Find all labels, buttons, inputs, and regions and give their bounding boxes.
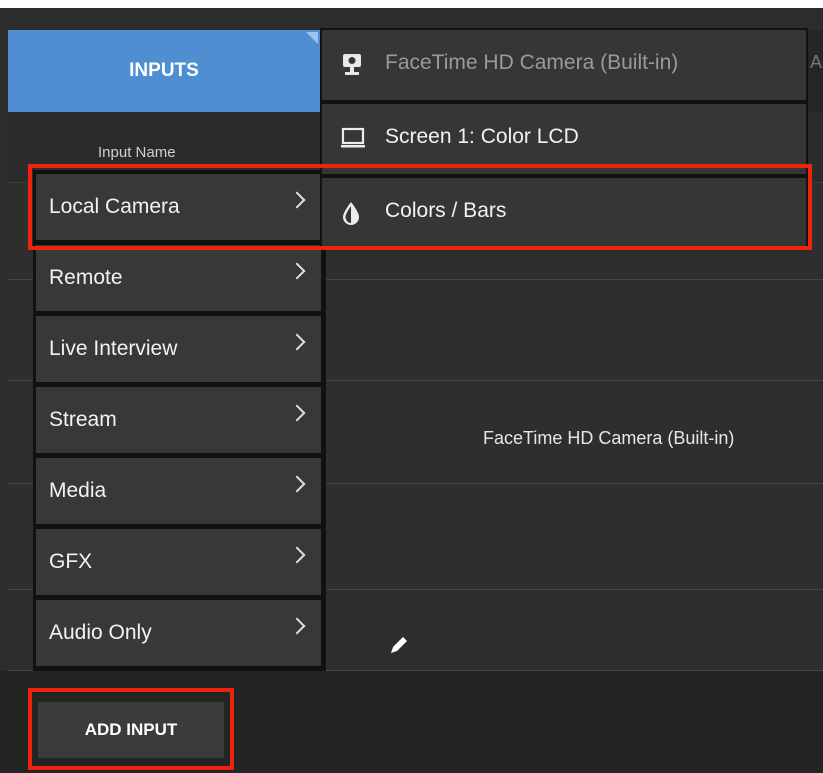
monitor-icon [340,126,366,156]
submenu-item-label: FaceTime HD Camera (Built-in) [385,51,679,74]
row-source-text: FaceTime HD Camera (Built-in) [483,428,735,448]
menu-item-gfx[interactable]: GFX [36,529,321,595]
highlight-box-local-camera [28,164,812,250]
menu-item-label: Audio Only [49,621,152,644]
chevron-right-icon [288,475,306,493]
chevron-right-icon [288,617,306,635]
menu-item-audio-only[interactable]: Audio Only [36,600,321,666]
chevron-right-icon [288,404,306,422]
menu-item-label: GFX [49,550,93,573]
column-header-input-name: Input Name [98,144,176,161]
tab-corner-fold [306,32,318,44]
pencil-edit-icon[interactable] [388,634,410,661]
chevron-right-icon [288,546,306,564]
chevron-right-icon [288,333,306,351]
menu-item-label: Live Interview [49,337,178,360]
menu-item-media[interactable]: Media [36,458,321,524]
menu-item-label: Media [49,479,107,502]
tab-inputs-label: INPUTS [129,60,199,81]
chevron-right-icon [288,262,306,280]
highlight-box-add-input [28,688,234,770]
webcam-icon [340,52,364,84]
menu-item-label: Remote [49,266,123,289]
menu-item-live-interview[interactable]: Live Interview [36,316,321,382]
header-edge-glyph: A [810,52,823,72]
tab-inputs[interactable]: INPUTS [8,30,320,112]
submenu-item-label: Screen 1: Color LCD [385,125,579,148]
menu-item-remote[interactable]: Remote [36,245,321,311]
submenu-item-facetime-camera[interactable]: FaceTime HD Camera (Built-in) [322,30,806,100]
menu-item-stream[interactable]: Stream [36,387,321,453]
menu-item-label: Stream [49,408,117,431]
app-window: INPUTS A Input Name FaceTime HD Camera (… [0,8,823,773]
